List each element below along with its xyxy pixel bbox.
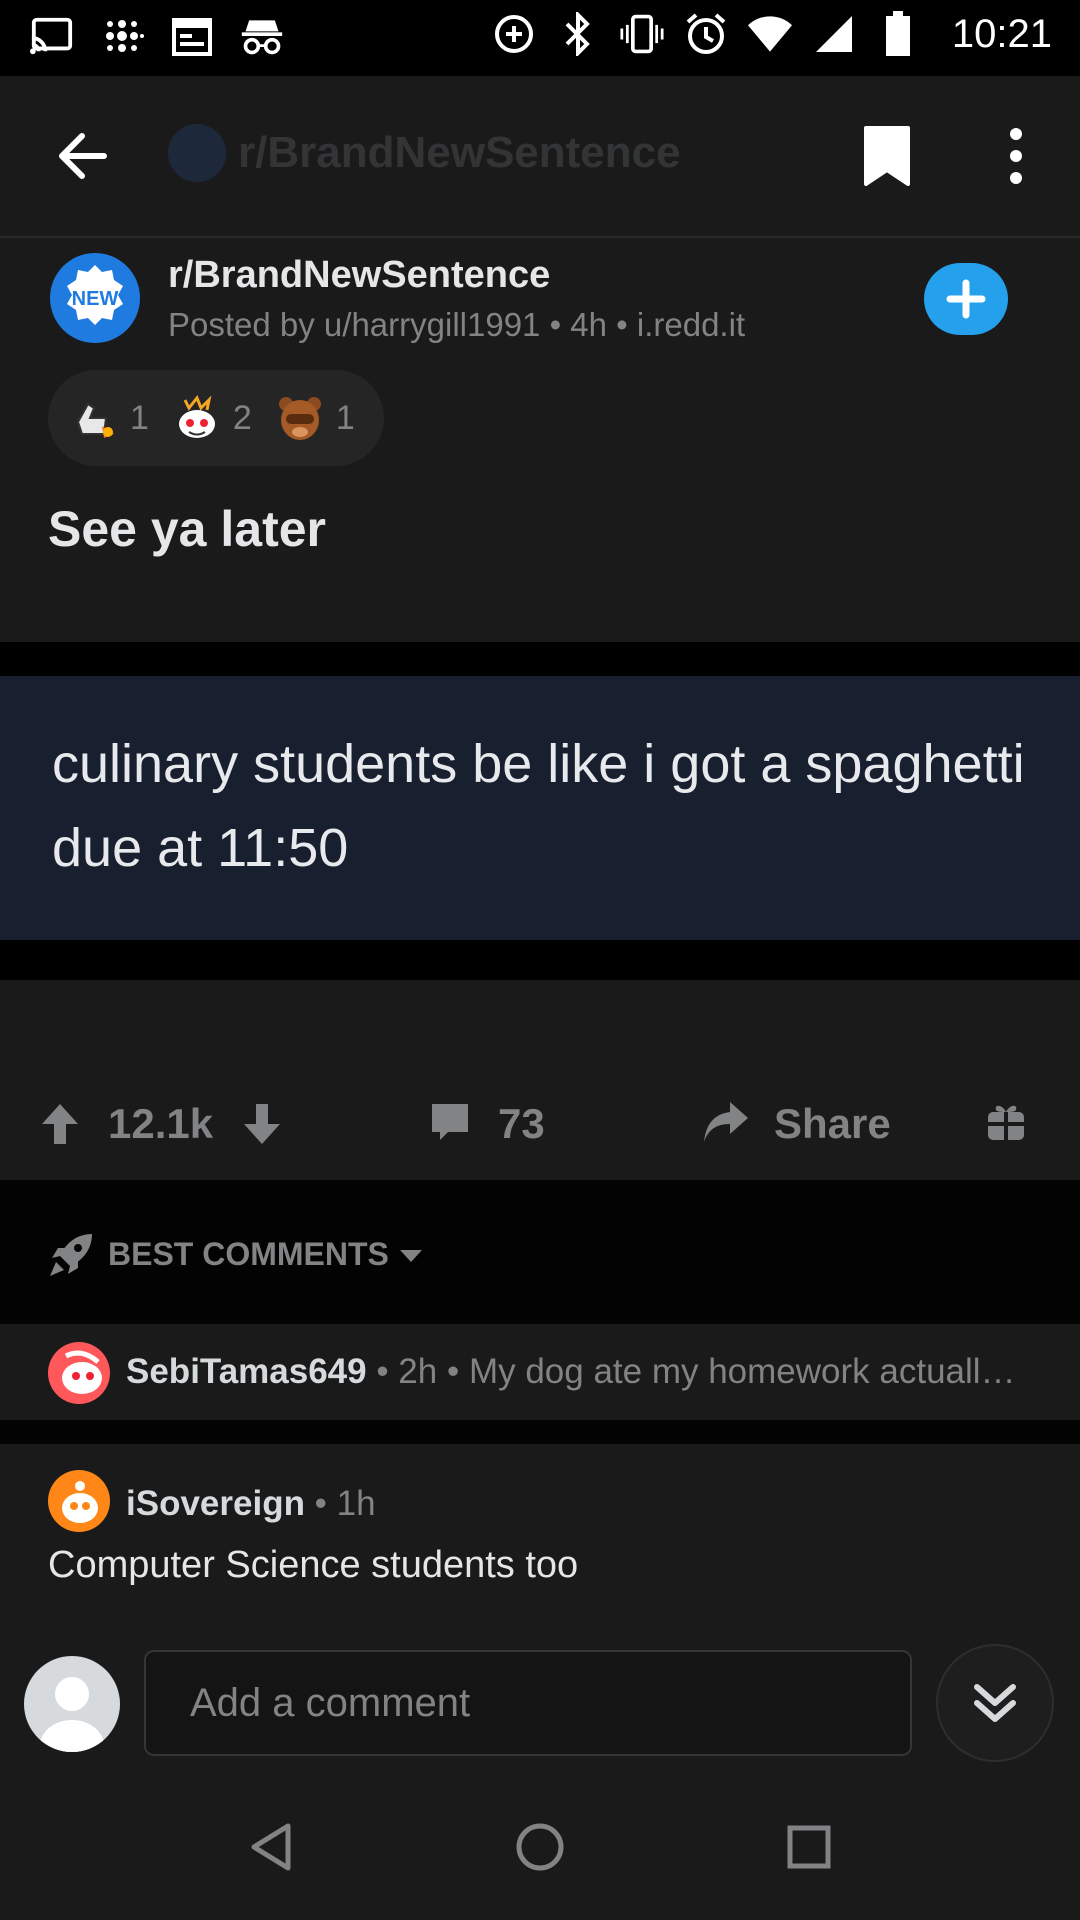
join-subreddit-button[interactable] <box>924 263 1008 335</box>
post-image-text: culinary students be like i got a spaghe… <box>52 734 1025 878</box>
cast-icon <box>30 12 74 60</box>
subreddit-mini-icon <box>168 124 226 182</box>
nav-recents-icon[interactable] <box>782 1820 836 1874</box>
plus-icon <box>946 279 986 319</box>
svg-text:NEW: NEW <box>72 288 119 310</box>
battery-icon <box>876 10 920 58</box>
wifi-icon <box>747 10 792 58</box>
award-count: 1 <box>130 398 149 437</box>
comment-author[interactable]: iSovereign <box>126 1484 305 1523</box>
facepalm-bear-award-icon <box>278 397 321 440</box>
person-icon <box>40 1677 104 1752</box>
alarm-icon <box>684 10 728 58</box>
comment-meta: • 2h • <box>366 1352 469 1391</box>
comment-line: iSovereign • 1h <box>126 1484 376 1524</box>
chevron-down-icon <box>400 1250 422 1262</box>
jump-to-next-comment-button[interactable] <box>936 1644 1054 1762</box>
award-item: 1 <box>68 392 149 444</box>
upvote-button[interactable] <box>38 1100 82 1148</box>
comment-author[interactable]: SebiTamas649 <box>126 1352 367 1391</box>
rocket-icon <box>50 1234 92 1276</box>
bookmark-icon <box>864 126 910 186</box>
post-title: See ya later <box>48 501 326 557</box>
add-comment-input[interactable] <box>144 1650 912 1756</box>
award-item: 1 <box>274 392 355 444</box>
snoo-avatar-icon <box>62 1350 102 1394</box>
system-nav-bar <box>0 1770 1080 1920</box>
subreddit-name[interactable]: r/BrandNewSentence <box>168 254 550 297</box>
post-header: NEW r/BrandNewSentence Posted by u/harry… <box>0 238 1080 648</box>
comment-meta: • 1h <box>304 1484 376 1523</box>
status-bar: 10:21 <box>0 0 1080 76</box>
post-action-bar: 12.1k 73 Share <box>0 1060 1080 1180</box>
incognito-icon <box>240 12 284 60</box>
appbar-subreddit: r/BrandNewSentence <box>168 124 681 182</box>
clock: 10:21 <box>951 11 1052 56</box>
award-count: 1 <box>335 398 355 437</box>
snoo-avatar-icon <box>62 1481 98 1523</box>
back-button[interactable] <box>52 126 112 186</box>
vibrate-icon <box>620 10 664 58</box>
awards-summary[interactable]: 1 2 1 <box>48 370 384 466</box>
comment-preview: My dog ate my homework actuall… <box>468 1352 1016 1391</box>
avatar[interactable] <box>48 1342 110 1404</box>
more-vertical-icon <box>1010 128 1022 184</box>
fitbit-icon <box>100 12 144 60</box>
snoo-burst-award-icon <box>178 395 215 438</box>
app-bar: r/BrandNewSentence <box>0 76 1080 238</box>
comment-body: Computer Science students too <box>48 1544 579 1586</box>
post-meta: Posted by u/harrygill1991 • 4h • i.redd.… <box>168 306 746 343</box>
comment-collapsed[interactable]: SebiTamas649 • 2h • My dog ate my homewo… <box>0 1324 1080 1444</box>
share-icon[interactable] <box>700 1096 752 1148</box>
post-score: 12.1k <box>108 1100 214 1147</box>
nav-back-icon[interactable] <box>244 1820 298 1874</box>
subreddit-avatar[interactable]: NEW <box>50 253 140 343</box>
post-image[interactable]: culinary students be like i got a spaghe… <box>0 642 1080 980</box>
tweet-screenshot: culinary students be like i got a spaghe… <box>0 676 1080 940</box>
more-options-button[interactable] <box>996 124 1036 188</box>
award-count: 2 <box>232 398 252 437</box>
comment-count[interactable]: 73 <box>498 1100 545 1148</box>
appbar-subreddit-name: r/BrandNewSentence <box>238 128 681 177</box>
avatar[interactable] <box>48 1470 110 1532</box>
comment-icon[interactable] <box>428 1100 472 1144</box>
arrow-left-icon <box>59 133 107 179</box>
new-badge-icon: NEW <box>67 265 123 325</box>
nav-home-icon[interactable] <box>513 1820 567 1874</box>
share-button[interactable]: Share <box>774 1100 891 1148</box>
user-avatar[interactable] <box>24 1656 120 1752</box>
double-chevron-down-icon <box>974 1684 1016 1722</box>
comment-line: SebiTamas649 • 2h • My dog ate my homewo… <box>126 1352 1016 1392</box>
data-saver-icon <box>492 10 536 58</box>
award-item: 2 <box>171 392 252 444</box>
downvote-button[interactable] <box>240 1100 284 1148</box>
thumbs-up-rocket-award-icon <box>76 402 114 438</box>
save-post-button[interactable] <box>860 124 914 188</box>
signal-icon <box>812 10 856 58</box>
comment-sort-bar[interactable]: BEST COMMENTS <box>0 1180 1080 1324</box>
comment-composer <box>0 1640 1080 1770</box>
bluetooth-icon <box>556 10 600 58</box>
calendar-icon <box>170 12 214 60</box>
comment[interactable]: iSovereign • 1h Computer Science student… <box>0 1444 1080 1644</box>
sort-label[interactable]: BEST COMMENTS <box>108 1236 389 1273</box>
gift-award-icon[interactable] <box>984 1100 1028 1144</box>
